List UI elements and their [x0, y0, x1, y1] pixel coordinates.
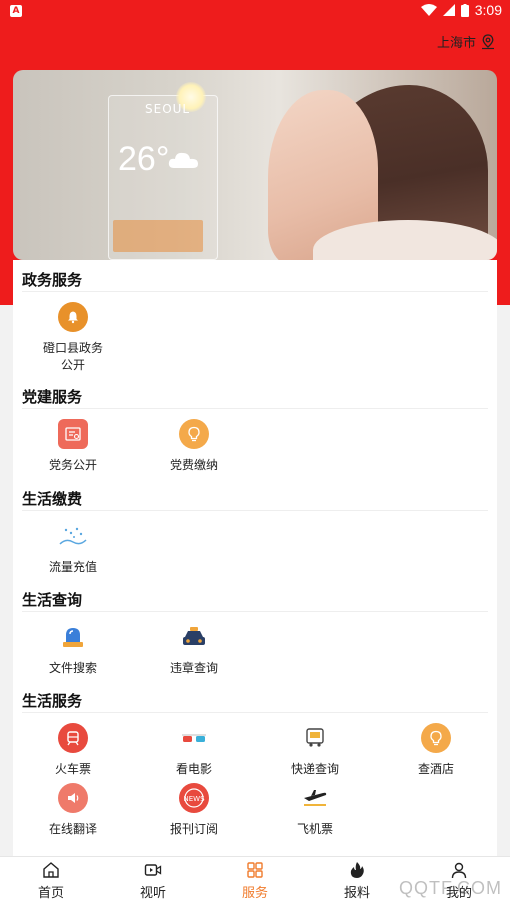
service-item[interactable]: 党费缴纳 — [139, 419, 249, 474]
tab-home[interactable]: 首页 — [0, 857, 102, 904]
service-label: 流量充值 — [48, 560, 97, 574]
service-label: 违章查询 — [169, 661, 218, 675]
svg-text:NEWS: NEWS — [183, 795, 205, 803]
service-item[interactable]: 文件搜索 — [18, 622, 128, 677]
speaker-icon — [58, 783, 88, 813]
service-label: 报刊订阅 — [169, 822, 218, 836]
service-label: 飞机票 — [296, 822, 333, 836]
section-title: 生活查询 — [22, 588, 488, 612]
tab-label: 服务 — [241, 885, 268, 901]
service-item[interactable]: 火车票 — [18, 723, 128, 778]
section-title: 党建服务 — [22, 385, 488, 409]
section-query: 生活查询 文件搜索 违章查询 — [22, 588, 488, 675]
service-item[interactable]: 磴口县政务公开 — [18, 302, 128, 374]
tab-services[interactable]: 服务 — [204, 857, 306, 904]
section-title: 政务服务 — [22, 268, 488, 292]
data-flow-icon — [58, 521, 88, 551]
services-card: 政务服务 磴口县政务公开 党建服务 党务公开 党费缴纳 生活缴费 流量充值 生活… — [13, 260, 497, 860]
service-item[interactable]: 违章查询 — [139, 622, 249, 677]
grid-icon — [247, 861, 263, 878]
status-bar: A 3:09 — [0, 0, 510, 22]
service-item[interactable]: 党务公开 — [18, 419, 128, 474]
bell-icon — [58, 302, 88, 332]
video-icon — [144, 863, 162, 876]
section-bills: 生活缴费 流量充值 — [22, 487, 488, 574]
lightbulb-icon — [421, 723, 451, 753]
battery-icon — [460, 3, 469, 17]
flame-icon — [350, 861, 364, 878]
section-life-services: 生活服务 火车票 看电影 快递查询 查酒店 在线翻译 NEWS 报刊订阅 飞机票 — [22, 689, 488, 836]
city-selector[interactable]: 上海市 — [437, 32, 496, 51]
news-icon: NEWS — [179, 783, 209, 813]
document-icon — [58, 419, 88, 449]
signal-icon — [442, 4, 455, 16]
service-label: 快递查询 — [290, 762, 339, 776]
service-label: 火车票 — [54, 762, 91, 776]
service-item[interactable]: 在线翻译 — [18, 783, 128, 838]
alarm-light-icon — [58, 622, 88, 652]
service-label: 在线翻译 — [48, 822, 97, 836]
train-icon — [58, 723, 88, 753]
service-label: 文件搜索 — [48, 661, 97, 675]
section-title: 生活缴费 — [22, 487, 488, 511]
3d-glasses-icon — [179, 723, 209, 753]
tab-label: 报料 — [343, 885, 370, 901]
section-party: 党建服务 党务公开 党费缴纳 — [22, 385, 488, 472]
service-item[interactable]: 快递查询 — [260, 723, 370, 778]
service-label: 党费缴纳 — [169, 458, 218, 472]
forecast-strip — [113, 220, 203, 252]
watermark: QQTF.COM — [399, 878, 502, 898]
cloud-icon — [168, 152, 198, 168]
home-icon — [43, 861, 59, 878]
lightbulb-icon — [179, 419, 209, 449]
tab-report[interactable]: 报料 — [306, 857, 408, 904]
service-label: 磴口县政务公开 — [42, 341, 103, 372]
clock: 3:09 — [474, 2, 502, 18]
section-government: 政务服务 磴口县政务公开 — [22, 268, 488, 372]
user-icon — [451, 862, 467, 878]
tab-label: 首页 — [37, 885, 64, 901]
city-label: 上海市 — [436, 36, 476, 51]
car-icon — [179, 622, 209, 652]
location-pin-icon — [482, 33, 494, 49]
notification-icon: A — [10, 5, 22, 17]
tab-label: 视听 — [139, 885, 166, 901]
tab-video[interactable]: 视听 — [102, 857, 204, 904]
service-item[interactable]: 看电影 — [139, 723, 249, 778]
service-item[interactable]: NEWS 报刊订阅 — [139, 783, 249, 838]
section-title: 生活服务 — [22, 689, 488, 713]
banner-temperature: 26° — [118, 140, 170, 178]
banner-city-text: SEOUL — [145, 102, 191, 116]
service-label: 查酒店 — [417, 762, 454, 776]
delivery-truck-icon — [300, 723, 330, 753]
service-item[interactable]: 流量充值 — [18, 521, 128, 576]
service-label: 党务公开 — [48, 458, 97, 472]
service-item[interactable]: 飞机票 — [260, 783, 370, 838]
promo-banner[interactable]: SEOUL 26° — [13, 70, 497, 260]
service-label: 看电影 — [175, 762, 212, 776]
wifi-icon — [420, 4, 437, 16]
service-item[interactable]: 查酒店 — [381, 723, 491, 778]
airplane-icon — [300, 783, 330, 813]
